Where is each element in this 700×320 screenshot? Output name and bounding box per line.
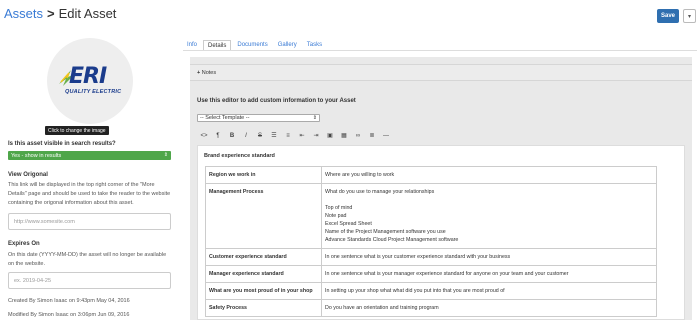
modified-by-info: Modified By Simon Isaac on 3:06pm Jun 09…: [8, 312, 130, 318]
view-original-label: View Origonal: [8, 172, 48, 178]
table-row: Safety Process Do you have an orientation…: [205, 299, 657, 317]
table-row: Manager experience standard In one senten…: [205, 265, 657, 283]
breadcrumb-assets-link[interactable]: Assets: [4, 6, 43, 21]
image-icon[interactable]: ▣: [323, 132, 337, 139]
asset-image[interactable]: ERI QUALITY ELECTRIC: [47, 38, 133, 124]
expires-on-label: Expires On: [8, 241, 40, 247]
plus-icon: +: [197, 70, 201, 76]
rich-text-editor[interactable]: Brand experience standard Region we work…: [197, 145, 685, 320]
table-row: Customer experience standard In one sente…: [205, 248, 657, 266]
tabs-divider: [183, 50, 697, 51]
row-value-line: Do you have an orientation and training …: [325, 305, 439, 311]
row-key: Manager experience standard: [205, 265, 322, 283]
visibility-label: Is this asset visible in search results?: [8, 141, 116, 147]
save-button[interactable]: Save: [657, 9, 679, 23]
italic-icon[interactable]: I: [239, 133, 253, 139]
expires-on-help: On this date (YYYY-MM-DD) the asset will…: [8, 252, 167, 267]
notes-label: Notes: [201, 70, 217, 76]
row-value-line: Excel Spread Sheet: [325, 221, 372, 227]
row-value: Do you have an orientation and training …: [321, 299, 657, 317]
row-value-line: Top of mind: [325, 205, 353, 211]
page-header: Assets > Edit Asset Save ▾: [0, 0, 700, 30]
row-value-line: Name of the Project Management software …: [325, 229, 446, 235]
logo-subtext: QUALITY ELECTRIC: [65, 89, 122, 95]
asset-sidebar: ERI QUALITY ELECTRIC Click to change the…: [0, 30, 180, 320]
outdent-icon[interactable]: ⇤: [295, 132, 309, 139]
logo-text: ERI: [69, 64, 107, 89]
row-value: In one sentence what is your manager exp…: [321, 265, 657, 283]
template-select[interactable]: -- Select Template -- ⇕: [197, 114, 320, 122]
experience-table: Region we work in Where are you willing t…: [205, 166, 657, 317]
row-value-line: What do you use to manage your relations…: [325, 189, 435, 195]
table-row: What are you most proud of in your shop I…: [205, 282, 657, 300]
breadcrumb: Assets > Edit Asset: [4, 6, 116, 21]
page-title: Edit Asset: [58, 6, 117, 21]
row-value: What do you use to manage your relations…: [321, 183, 657, 249]
breadcrumb-separator: >: [47, 6, 55, 21]
row-value: In setting up your shop what what did yo…: [321, 282, 657, 300]
link-icon[interactable]: ∞: [351, 133, 365, 139]
select-arrows-icon: ⇕: [312, 115, 317, 121]
row-key: Customer experience standard: [205, 248, 322, 266]
editor-toolbar: <> ¶ B I S ☰ ≡ ⇤ ⇥ ▣ ▦ ∞ ≣ —: [197, 130, 692, 141]
row-value: In one sentence what is your customer ex…: [321, 248, 657, 266]
expires-on-date-input[interactable]: ex. 2019-04-25: [8, 272, 171, 289]
row-key: Safety Process: [205, 299, 322, 317]
align-icon[interactable]: ≣: [365, 132, 379, 139]
row-value-line: Advance Standards Cloud Project Manageme…: [325, 237, 459, 243]
visibility-select[interactable]: Yes - show in results ⇕: [8, 151, 171, 160]
paragraph-icon[interactable]: ¶: [211, 133, 225, 139]
document-title: Brand experience standard: [204, 153, 275, 159]
table-row: Management Process What do you use to man…: [205, 183, 657, 249]
more-actions-dropdown[interactable]: ▾: [683, 9, 696, 23]
eri-logo: ERI QUALITY ELECTRIC: [57, 64, 123, 98]
row-value-line: In one sentence what is your manager exp…: [325, 271, 569, 277]
details-panel: + Notes Use this editor to add custom in…: [190, 57, 692, 320]
row-value-line: [325, 196, 653, 204]
table-icon[interactable]: ▦: [337, 132, 351, 139]
notes-toggle[interactable]: + Notes: [190, 64, 692, 81]
template-select-value: -- Select Template --: [200, 115, 250, 121]
code-view-icon[interactable]: <>: [197, 133, 211, 139]
row-key: Region we work in: [205, 166, 322, 184]
row-value-line: In one sentence what is your customer ex…: [325, 254, 511, 260]
row-key: What are you most proud of in your shop: [205, 282, 322, 300]
numbered-list-icon[interactable]: ≡: [281, 133, 295, 139]
select-arrows-icon: ⇕: [163, 152, 168, 158]
bullet-list-icon[interactable]: ☰: [267, 132, 281, 139]
strikethrough-icon[interactable]: S: [253, 133, 267, 139]
bold-icon[interactable]: B: [225, 133, 239, 139]
row-value-line: Note pad: [325, 213, 347, 219]
table-row: Region we work in Where are you willing t…: [205, 166, 657, 184]
view-original-url-input[interactable]: http://www.somesite.com: [8, 213, 171, 230]
created-by-info: Created By Simon Isaac on 9:43pm May 04,…: [8, 298, 130, 304]
row-key: Management Process: [205, 183, 322, 249]
notes-header: + Notes: [197, 70, 216, 76]
indent-icon[interactable]: ⇥: [309, 132, 323, 139]
row-value-line: In setting up your shop what what did yo…: [325, 288, 505, 294]
visibility-selected-value: Yes - show in results: [11, 152, 62, 159]
view-original-help: This link will be displayed in the top r…: [8, 182, 171, 206]
editor-instruction: Use this editor to add custom informatio…: [197, 98, 356, 104]
horizontal-rule-icon[interactable]: —: [379, 133, 393, 139]
row-value: Where are you willing to work: [321, 166, 657, 184]
row-value-line: Where are you willing to work: [325, 172, 395, 178]
change-image-tooltip: Click to change the image: [45, 126, 109, 135]
